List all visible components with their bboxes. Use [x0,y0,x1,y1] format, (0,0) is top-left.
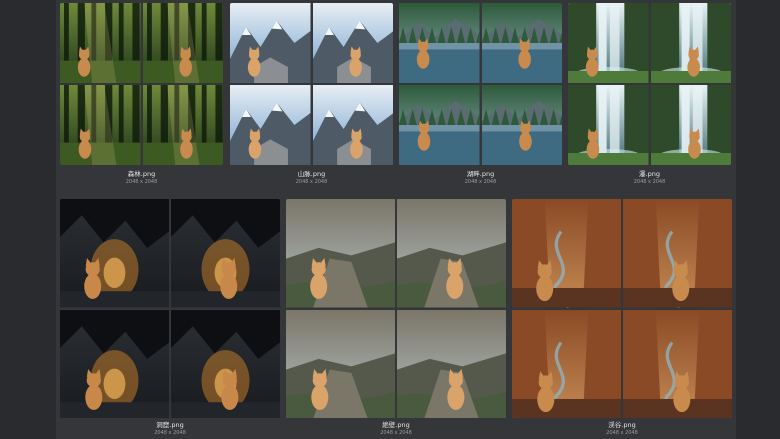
image-tile [312,85,393,165]
image-filename: 山脉.png [297,170,326,178]
image-tile [142,85,223,165]
image-thumbnail-grid [60,3,223,165]
image-filename: 渓谷.png [608,421,636,429]
image-tile [60,3,141,83]
image-thumbnail-grid [60,199,280,418]
image-dimensions: 2048 x 2048 [606,430,638,436]
image-tile [568,3,649,83]
image-tile [623,309,732,418]
image-filename: 瀑.png [639,170,660,178]
image-tile [171,199,280,308]
image-tile [650,3,731,83]
image-gallery: 森林.png 2048 x 2048 山脉.png 2048 x 2048 湖畔… [56,0,736,439]
image-tile [623,199,732,308]
image-tile [397,309,506,418]
image-dimensions: 2048 x 2048 [464,179,497,185]
image-tile [650,85,731,165]
image-dimensions: 2048 x 2048 [295,179,328,185]
image-tile [399,3,480,83]
image-thumbnail-grid [286,199,506,418]
image-tile [60,85,141,165]
image-tile [230,3,311,83]
image-tile [60,309,169,418]
image-tile [512,309,621,418]
image-tile [171,309,280,418]
image-thumbnail-grid [399,3,562,165]
image-card-canyon[interactable]: 渓谷.png 2048 x 2048 [512,199,732,439]
image-dimensions: 2048 x 2048 [154,430,186,436]
image-thumbnail-grid [230,3,393,165]
image-filename: 洞窟.png [156,421,184,429]
image-tile [568,85,649,165]
image-tile [312,3,393,83]
image-thumbnail-grid [512,199,732,418]
image-card-mountain[interactable]: 山脉.png 2048 x 2048 [230,3,393,188]
image-tile [481,3,562,83]
image-tile [286,199,395,308]
image-filename: 森林.png [127,170,156,178]
image-dimensions: 2048 x 2048 [125,179,158,185]
image-tile [481,85,562,165]
image-card-forest[interactable]: 森林.png 2048 x 2048 [60,3,223,188]
image-tile [512,199,621,308]
image-card-cliff[interactable]: 絶壁.png 2048 x 2048 [286,199,506,439]
image-dimensions: 2048 x 2048 [380,430,412,436]
image-card-waterfall[interactable]: 瀑.png 2048 x 2048 [568,3,731,188]
image-filename: 湖畔.png [466,170,495,178]
image-tile [60,199,169,308]
image-filename: 絶壁.png [382,421,410,429]
image-dimensions: 2048 x 2048 [633,179,666,185]
image-card-lake[interactable]: 湖畔.png 2048 x 2048 [399,3,562,188]
image-tile [230,85,311,165]
image-card-cave[interactable]: 洞窟.png 2048 x 2048 [60,199,280,439]
image-tile [286,309,395,418]
image-tile [397,199,506,308]
image-tile [142,3,223,83]
image-tile [399,85,480,165]
image-thumbnail-grid [568,3,731,165]
